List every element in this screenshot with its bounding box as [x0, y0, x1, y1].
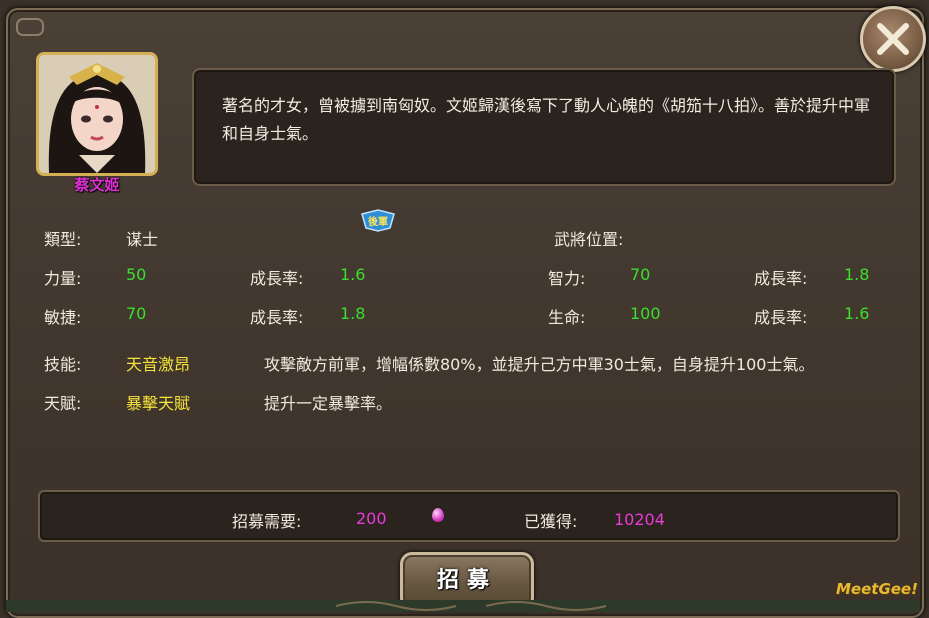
owned-label: 已獲得:	[524, 512, 578, 531]
life-value: 100	[630, 304, 661, 323]
corner-ornament	[16, 18, 44, 36]
badge-text: 後軍	[368, 215, 388, 228]
talent-description: 提升一定暴擊率。	[264, 394, 393, 413]
close-button[interactable]	[860, 6, 926, 72]
description-box: 著名的才女，曾被擄到南匈奴。文姬歸漢後寫下了動人心魄的《胡笳十八拍》。善於提升中…	[192, 68, 896, 186]
agility-growth-label: 成長率:	[250, 308, 304, 327]
life-label: 生命:	[548, 308, 586, 327]
talent-name: 暴擊天賦	[126, 394, 191, 413]
recruit-need-value: 200	[356, 509, 387, 528]
recruit-cost-bar	[38, 490, 900, 542]
recruit-need-label: 招募需要:	[232, 512, 302, 531]
type-label: 類型:	[44, 230, 82, 249]
life-growth-label: 成長率:	[754, 308, 808, 327]
intelligence-label: 智力:	[548, 269, 586, 288]
intelligence-value: 70	[630, 265, 651, 284]
position-label: 武將位置:	[554, 230, 624, 249]
agility-growth-value: 1.8	[340, 304, 366, 323]
strength-value: 50	[126, 265, 147, 284]
skill-name: 天音激昂	[126, 355, 191, 374]
rear-army-badge-icon: 後軍	[361, 209, 395, 232]
talent-label: 天賦:	[44, 394, 82, 413]
watermark-logo: MeetGee!	[836, 580, 918, 598]
intelligence-growth-value: 1.8	[844, 265, 870, 284]
agility-label: 敏捷:	[44, 308, 82, 327]
strength-growth-value: 1.6	[340, 265, 366, 284]
bottom-ornament	[6, 600, 920, 612]
strength-growth-label: 成長率:	[250, 269, 304, 288]
strength-label: 力量:	[44, 269, 82, 288]
type-value: 谋士	[126, 230, 159, 249]
hero-name: 蔡文姬	[74, 176, 120, 194]
intelligence-growth-label: 成長率:	[754, 269, 808, 288]
life-growth-value: 1.6	[844, 304, 870, 323]
close-icon	[877, 23, 909, 55]
owned-value: 10204	[614, 510, 665, 529]
agility-value: 70	[126, 304, 147, 323]
skill-description: 攻擊敵方前軍，增幅係數80%，並提升己方中軍30士氣，自身提升100士氣。	[264, 355, 815, 374]
hero-portrait-image	[39, 55, 155, 173]
hero-portrait	[36, 52, 158, 176]
skill-label: 技能:	[44, 355, 82, 374]
pink-gem-icon	[432, 508, 444, 522]
hero-description: 著名的才女，曾被擄到南匈奴。文姬歸漢後寫下了動人心魄的《胡笳十八拍》。善於提升中…	[222, 96, 871, 143]
